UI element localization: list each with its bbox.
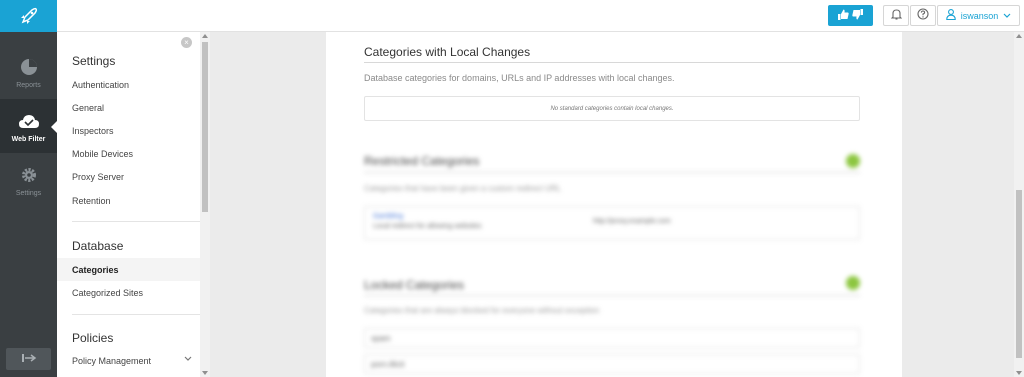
- sidebar-item-retention[interactable]: Retention: [57, 189, 200, 212]
- help-button[interactable]: [910, 5, 936, 26]
- locked-categories-title: Locked Categories: [364, 278, 465, 292]
- blurred-content: Restricted Categories Categories that ha…: [326, 142, 902, 377]
- thumbs-down-icon: [852, 7, 863, 25]
- scroll-down-icon[interactable]: [202, 371, 208, 375]
- locked-category-row[interactable]: porn.illicit: [364, 354, 860, 374]
- sidebar-item-policy-management[interactable]: Policy Management: [57, 349, 200, 372]
- sidebar-item-proxy-server[interactable]: Proxy Server: [57, 165, 200, 188]
- scroll-down-icon[interactable]: [1016, 371, 1022, 375]
- add-restricted-button[interactable]: [846, 154, 860, 168]
- sidebar-item-categories[interactable]: Categories: [57, 258, 200, 281]
- main-scrollbar[interactable]: [1014, 32, 1024, 377]
- restricted-category-desc: Local redirect for allowing websites: [373, 223, 482, 230]
- rail-item-reports[interactable]: Reports: [0, 45, 57, 99]
- locked-category-row[interactable]: spam: [364, 328, 860, 348]
- gear-icon: [18, 164, 40, 186]
- categories-panel: Categories with Local Changes Database c…: [326, 32, 902, 377]
- restricted-categories-description: Categories that have been given a custom…: [364, 184, 561, 193]
- local-changes-empty-box: No standard categories contain local cha…: [364, 96, 860, 121]
- restricted-categories-title: Restricted Categories: [364, 154, 480, 168]
- chevron-down-icon: [184, 354, 192, 364]
- rail-item-label: Settings: [15, 189, 42, 197]
- sidebar-item-general[interactable]: General: [57, 96, 200, 119]
- database-heading: Database: [72, 239, 124, 253]
- top-bar: iswanson: [57, 0, 1024, 32]
- local-changes-title: Categories with Local Changes: [364, 45, 531, 59]
- nav-divider: [72, 221, 200, 222]
- section-divider: [364, 172, 860, 173]
- bell-icon: [890, 7, 902, 25]
- rail-item-label: Reports: [16, 81, 41, 89]
- policies-heading: Policies: [72, 331, 114, 345]
- collapse-rail-button[interactable]: [6, 348, 51, 370]
- cloud-check-icon: [18, 110, 40, 132]
- locked-categories-description: Categories that are always blocked for e…: [364, 306, 600, 315]
- add-locked-button[interactable]: [846, 276, 860, 290]
- app-rail: Reports Web Filter Settings: [0, 0, 57, 377]
- sidebar-item-authentication[interactable]: Authentication: [57, 73, 200, 96]
- feedback-button[interactable]: [828, 5, 873, 26]
- chevron-down-icon: [1003, 11, 1011, 21]
- collapse-arrow-icon: [21, 350, 37, 368]
- sidebar-item-inspectors[interactable]: Inspectors: [57, 119, 200, 142]
- section-divider: [364, 295, 860, 296]
- thumbs-up-icon: [838, 7, 849, 25]
- restricted-category-url: http://proxy.example.com: [593, 218, 671, 225]
- main-scroll-thumb[interactable]: [1016, 190, 1022, 358]
- rail-item-web-filter[interactable]: Web Filter: [0, 99, 57, 153]
- rail-item-settings[interactable]: Settings: [0, 153, 57, 207]
- section-divider: [364, 62, 860, 63]
- help-icon: [917, 7, 929, 25]
- sidebar-item-label: Policy Management: [72, 355, 152, 366]
- empty-state-message: No standard categories contain local cha…: [550, 105, 674, 112]
- settings-heading: Settings: [72, 54, 116, 68]
- rail-item-label: Web Filter: [11, 135, 46, 143]
- user-icon: [945, 9, 956, 22]
- username-label: iswanson: [960, 10, 999, 21]
- restricted-category-row[interactable]: Gambling Local redirect for allowing web…: [364, 206, 860, 240]
- close-sidebar-icon[interactable]: ×: [181, 37, 192, 48]
- notifications-button[interactable]: [883, 5, 909, 26]
- nav-divider: [72, 314, 200, 315]
- sidebar-scrollbar[interactable]: [200, 32, 210, 377]
- sidebar-scroll-thumb[interactable]: [202, 42, 208, 212]
- local-changes-description: Database categories for domains, URLs an…: [364, 73, 675, 83]
- scroll-up-icon[interactable]: [202, 34, 208, 38]
- rocket-logo-icon[interactable]: [0, 0, 57, 32]
- restricted-category-link[interactable]: Gambling: [373, 213, 403, 220]
- pie-chart-icon: [18, 56, 40, 78]
- sidebar-item-categorized-sites[interactable]: Categorized Sites: [57, 281, 200, 304]
- sidebar-item-mobile-devices[interactable]: Mobile Devices: [57, 142, 200, 165]
- user-menu-button[interactable]: iswanson: [937, 5, 1020, 26]
- scroll-up-icon[interactable]: [1016, 34, 1022, 38]
- settings-sidebar: × Settings Authentication General Inspec…: [57, 32, 200, 377]
